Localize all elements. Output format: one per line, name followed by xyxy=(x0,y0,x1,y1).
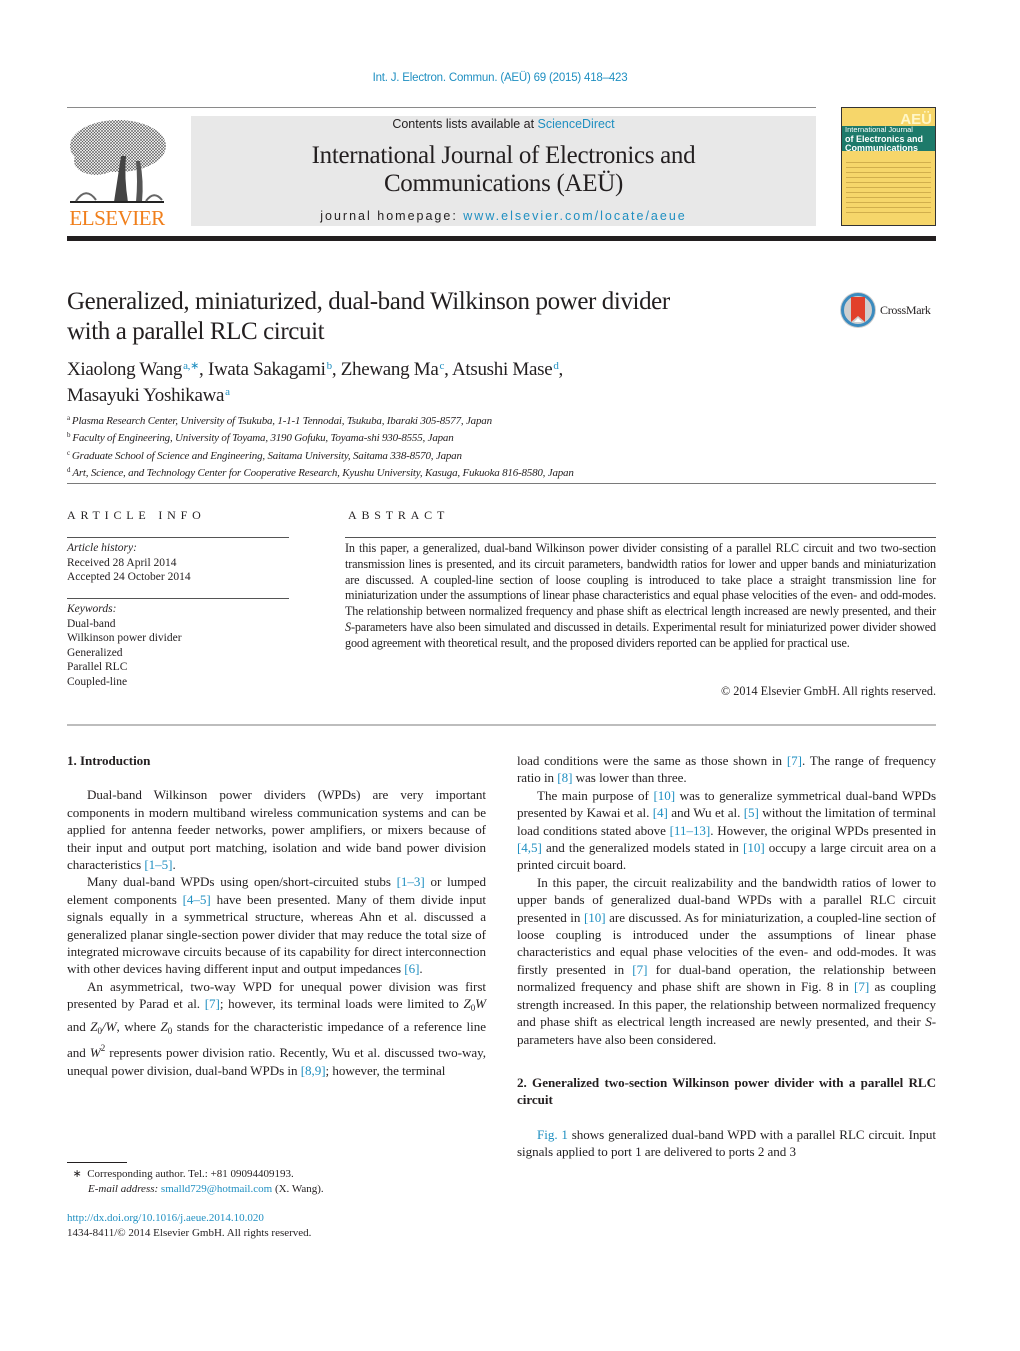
author[interactable]: Atsushi Mased xyxy=(452,359,559,380)
citation-link[interactable]: [10] xyxy=(653,788,675,803)
abstract-copyright: © 2014 Elsevier GmbH. All rights reserve… xyxy=(720,684,936,698)
citation-link[interactable]: [10] xyxy=(584,910,606,925)
paper-title-line2: with a parallel RLC circuit xyxy=(67,318,325,345)
doi-block: http://dx.doi.org/10.1016/j.aeue.2014.10… xyxy=(67,1211,311,1240)
journal-title-line2: Communications (AEÜ) xyxy=(383,170,624,197)
corresponding-author-footnote: ∗ Corresponding author. Tel.: +81 090944… xyxy=(72,1168,324,1195)
footnote-star: ∗ xyxy=(72,1168,82,1180)
journal-banner: Contents lists available at ScienceDirec… xyxy=(191,116,816,226)
citation-link[interactable]: [5] xyxy=(744,805,759,820)
cover-contents-lines xyxy=(846,158,931,215)
corresponding-author-text: Corresponding author. Tel.: +81 09094409… xyxy=(87,1168,294,1180)
elsevier-tree-icon xyxy=(70,120,166,203)
keyword-item: Coupled-line xyxy=(67,675,128,688)
keyword-item: Generalized xyxy=(67,646,123,659)
article-info-divider xyxy=(67,537,289,538)
keywords-label: Keywords: xyxy=(67,603,117,615)
abstract-heading: ABSTRACT xyxy=(348,508,450,522)
doi-link[interactable]: http://dx.doi.org/10.1016/j.aeue.2014.10… xyxy=(67,1212,264,1224)
body-divider xyxy=(67,724,936,726)
abstract-divider xyxy=(345,537,936,538)
citation-link[interactable]: [1–3] xyxy=(397,874,425,889)
paragraph: Many dual-band WPDs using open/short-cir… xyxy=(67,874,486,977)
figure-link[interactable]: Fig. 1 xyxy=(537,1127,568,1142)
journal-homepage: journal homepage: www.elsevier.com/locat… xyxy=(191,209,816,223)
keyword-item: Wilkinson power divider xyxy=(67,632,182,644)
sciencedirect-link[interactable]: ScienceDirect xyxy=(538,117,615,131)
paragraph: In this paper, the circuit realizability… xyxy=(517,874,937,1047)
citation-link[interactable]: [8,9] xyxy=(301,1063,326,1078)
affiliation-item: a Plasma Research Center, University of T… xyxy=(67,414,492,427)
paragraph: Fig. 1 shows generalized dual-band WPD w… xyxy=(517,1126,936,1160)
author[interactable]: Zhewang Mac xyxy=(341,359,445,380)
section-heading: 1. Introduction xyxy=(67,753,151,768)
affiliation-item: b Faculty of Engineering, University of T… xyxy=(67,431,454,445)
citation-link[interactable]: [7] xyxy=(632,962,647,977)
keyword-item: Dual-band xyxy=(67,617,116,630)
contents-prefix: Contents lists available at xyxy=(392,117,538,131)
citation-link[interactable]: [6] xyxy=(404,961,419,976)
paragraph: load conditions were the same as those s… xyxy=(517,753,936,786)
citation-link[interactable]: [7] xyxy=(854,979,869,994)
affiliation-list: a Plasma Research Center, University of T… xyxy=(67,411,867,480)
elsevier-logo[interactable]: ELSEVIER xyxy=(66,116,168,230)
journal-citation[interactable]: Int. J. Electron. Commun. (AEÜ) 69 (2015… xyxy=(0,72,1000,84)
author[interactable]: Xiaolong Wanga,∗ xyxy=(67,359,199,380)
footnote-divider xyxy=(67,1162,127,1163)
body-column-right: load conditions were the same as those s… xyxy=(517,752,936,1161)
header-thick-divider xyxy=(67,236,936,241)
section-heading: 2. Generalized two-section Wilkinson pow… xyxy=(517,1074,936,1108)
journal-title-line1: International Journal of Electronics and xyxy=(311,142,696,169)
accepted-date: Accepted 24 October 2014 xyxy=(67,571,191,584)
citation-link[interactable]: [4,5] xyxy=(517,840,542,855)
abstract-text: In this paper, a generalized, dual-band … xyxy=(345,541,936,650)
citation-link[interactable]: [7] xyxy=(787,753,802,768)
citation-link[interactable]: [8] xyxy=(557,770,572,785)
contents-line: Contents lists available at ScienceDirec… xyxy=(191,117,816,131)
keyword-item: Parallel RLC xyxy=(67,661,128,673)
paragraph: An asymmetrical, two-way WPD for unequal… xyxy=(67,978,486,1078)
affiliation-item: c Graduate School of Science and Engineer… xyxy=(67,448,462,462)
citation-link[interactable]: [1–5] xyxy=(144,857,172,872)
keywords-block: Keywords: Dual-band Wilkinson power divi… xyxy=(67,602,182,689)
email-link[interactable]: smalld729@hotmail.com xyxy=(161,1183,272,1195)
author-list: Xiaolong Wanga,∗, Iwata Sakagamib, Zhewa… xyxy=(67,359,563,406)
citation-link[interactable]: [7] xyxy=(205,996,220,1011)
citation-link[interactable]: [4] xyxy=(653,805,668,820)
citation-link[interactable]: [11–13] xyxy=(670,823,711,838)
homepage-prefix: journal homepage: xyxy=(320,209,464,223)
homepage-link[interactable]: www.elsevier.com/locate/aeue xyxy=(463,209,686,223)
citation-link[interactable]: [4–5] xyxy=(183,892,211,907)
affiliation-divider xyxy=(67,483,936,484)
paper-title-line1: Generalized, miniaturized, dual-band Wil… xyxy=(67,288,670,315)
citation-link[interactable]: [10] xyxy=(743,840,765,855)
header-divider xyxy=(67,107,816,108)
journal-title[interactable]: International Journal of Electronics and… xyxy=(191,142,816,198)
crossmark-label: CrossMark xyxy=(880,303,931,317)
crossmark-icon xyxy=(840,292,876,328)
cover-line3: Communications xyxy=(845,143,919,153)
crossmark-button[interactable]: CrossMark xyxy=(839,291,939,329)
body-column-left: 1. Introduction Dual-band Wilkinson powe… xyxy=(67,752,486,1079)
keywords-divider xyxy=(67,598,289,599)
paragraph: Dual-band Wilkinson power dividers (WPDs… xyxy=(67,787,486,873)
author[interactable]: Masayuki Yoshikawaa xyxy=(67,385,230,406)
article-info-heading: ARTICLE INFO xyxy=(67,508,206,522)
received-date: Received 28 April 2014 xyxy=(67,556,177,569)
issn-copyright: 1434-8411/© 2014 Elsevier GmbH. All righ… xyxy=(67,1226,312,1239)
article-history: Article history: Received 28 April 2014 … xyxy=(67,541,191,585)
paragraph: The main purpose of [10] was to generali… xyxy=(517,787,937,873)
affiliation-item: d Art, Science, and Technology Center for… xyxy=(67,465,574,479)
paper-title: Generalized, miniaturized, dual-band Wil… xyxy=(67,287,787,347)
journal-cover-thumbnail[interactable]: AEÜ International Journal of Electronics… xyxy=(841,107,936,226)
elsevier-wordmark: ELSEVIER xyxy=(69,206,165,230)
history-label: Article history: xyxy=(67,542,137,554)
cover-line2: of Electronics and xyxy=(845,133,924,144)
email-label: E-mail address: xyxy=(88,1182,161,1195)
author[interactable]: Iwata Sakagamib xyxy=(208,359,332,380)
cover-title-band: International Journal of Electronics and… xyxy=(842,125,935,153)
